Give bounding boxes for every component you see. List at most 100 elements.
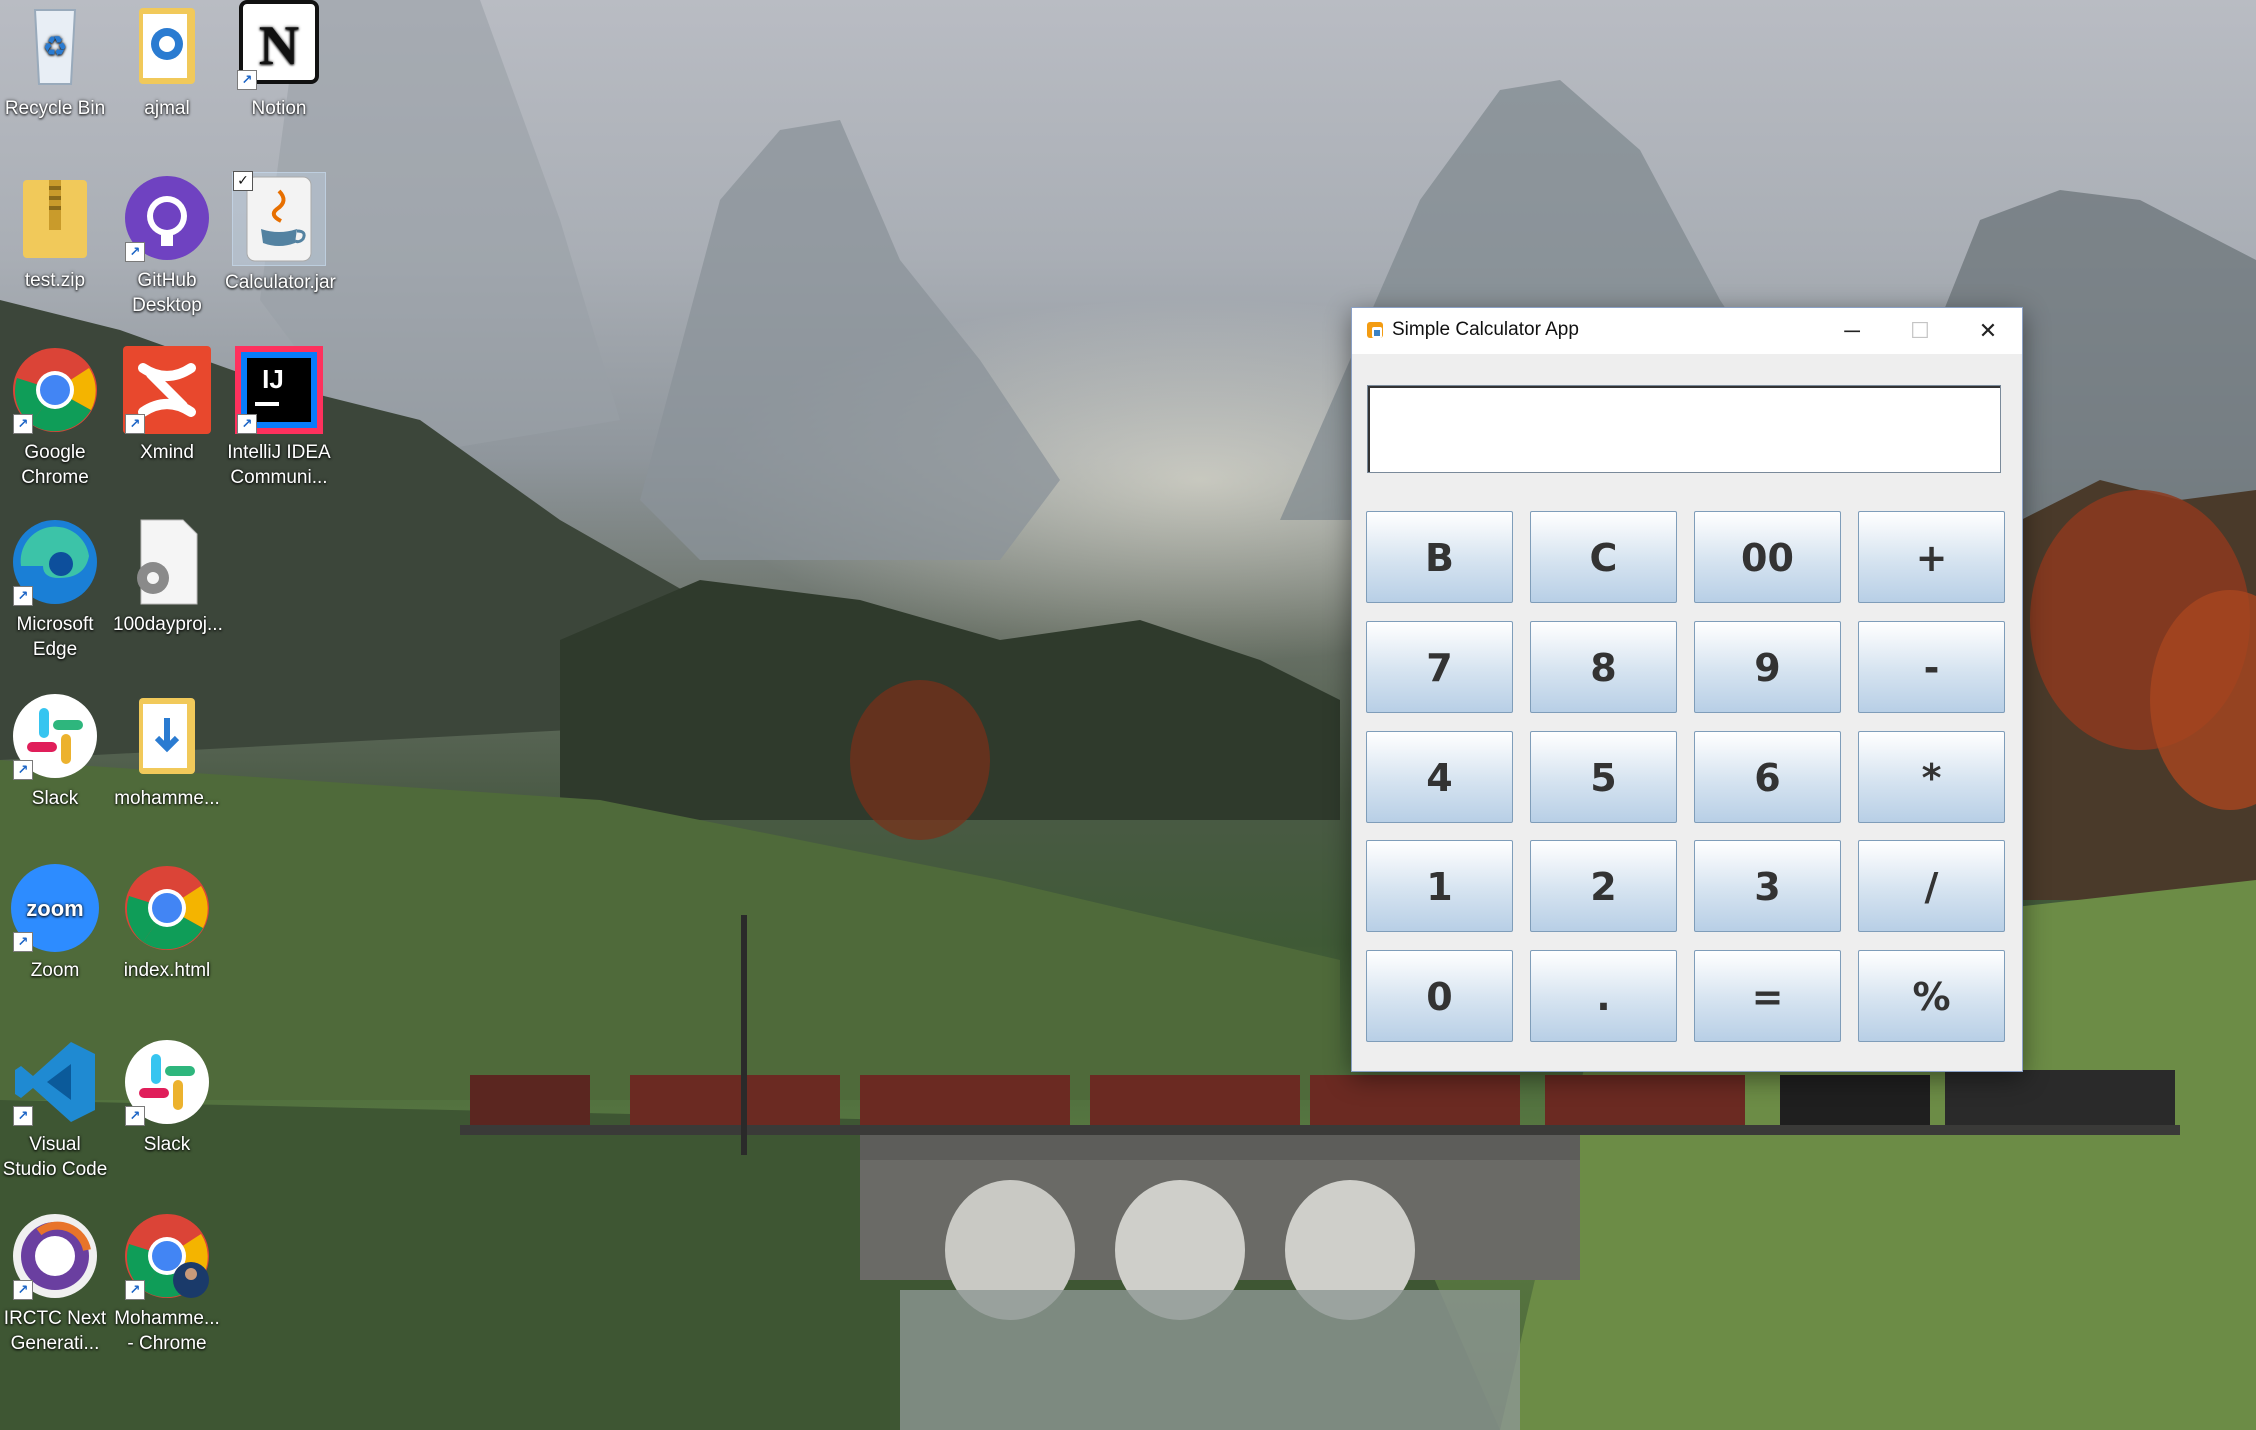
recycle-bin-icon: ♻ (9, 0, 101, 92)
digit-7-key[interactable]: 7 (1366, 621, 1513, 713)
desktop-icon-xmind[interactable]: ↗ Xmind (113, 344, 221, 465)
desktop-icon-calculator-jar[interactable]: ✓ Calculator.jar (225, 171, 336, 295)
desktop-icon-zoom[interactable]: zoom ↗ Zoom (1, 862, 109, 983)
equals-key[interactable]: = (1694, 950, 1841, 1042)
desktop-icon-intellij[interactable]: IJ ↗ IntelliJ IDEA Communi... (225, 344, 333, 490)
desktop-icon-microsoft-edge[interactable]: ↗ Microsoft Edge (1, 516, 109, 662)
icon-label: Recycle Bin (4, 98, 106, 119)
user-folder-icon (121, 690, 213, 782)
slack-icon: ↗ (9, 690, 101, 782)
icon-label: 100dayproj... (113, 614, 223, 635)
icon-label: Mohamme... - Chrome (114, 1308, 220, 1354)
digit-3-key[interactable]: 3 (1694, 840, 1841, 932)
zoom-icon: zoom ↗ (9, 862, 101, 954)
close-button[interactable]: ✕ (1954, 308, 2022, 354)
desktop-icon-google-chrome[interactable]: ↗ Google Chrome (1, 344, 109, 490)
desktop-icon-recycle-bin[interactable]: ♻ Recycle Bin (1, 0, 109, 121)
digit-2-key[interactable]: 2 (1530, 840, 1677, 932)
keypad: B C 00 +7 8 9- 4 5 6 * 1 2 3/ 0. =% (1366, 511, 2006, 1043)
digit-1-key[interactable]: 1 (1366, 840, 1513, 932)
notion-icon: N ↗ (233, 0, 325, 92)
maximize-button[interactable]: ☐ (1886, 308, 1954, 354)
vscode-icon: ↗ (9, 1036, 101, 1128)
shortcut-arrow-icon: ↗ (125, 1280, 145, 1300)
settings-file-icon (121, 516, 213, 608)
chrome-icon (121, 862, 213, 954)
multiply-key[interactable]: * (1858, 731, 2005, 823)
double-zero-key[interactable]: 00 (1694, 511, 1841, 603)
shortcut-arrow-icon: ↗ (13, 932, 33, 952)
shortcut-arrow-icon: ↗ (13, 1106, 33, 1126)
shortcut-arrow-icon: ↗ (125, 414, 145, 434)
shortcut-arrow-icon: ↗ (125, 1106, 145, 1126)
shortcut-arrow-icon: ↗ (237, 414, 257, 434)
svg-text:♻: ♻ (42, 31, 67, 62)
title-bar[interactable]: Simple Calculator App ─ ☐ ✕ (1352, 308, 2022, 354)
digit-9-key[interactable]: 9 (1694, 621, 1841, 713)
divide-key[interactable]: / (1858, 840, 2005, 932)
plus-key[interactable]: + (1858, 511, 2005, 603)
desktop-icon-test-zip[interactable]: test.zip (1, 172, 109, 293)
icon-label: Slack (31, 788, 79, 809)
desktop-icon-index-html[interactable]: index.html (113, 862, 221, 983)
github-desktop-icon: ↗ (121, 172, 213, 264)
shortcut-arrow-icon: ↗ (13, 414, 33, 434)
icon-label: Google Chrome (21, 442, 89, 488)
desktop-icon-irctc[interactable]: ↗ IRCTC Next Generati... (1, 1210, 109, 1356)
icon-label: GitHub Desktop (132, 270, 202, 316)
digit-4-key[interactable]: 4 (1366, 731, 1513, 823)
java-app-icon (1367, 322, 1383, 338)
icon-label: Xmind (140, 442, 194, 463)
backspace-key[interactable]: B (1366, 511, 1513, 603)
slack-icon: ↗ (121, 1036, 213, 1128)
digit-8-key[interactable]: 8 (1530, 621, 1677, 713)
desktop: ♻ Recycle Bin test.zip ↗ Google Chrome ↗… (0, 0, 2256, 1430)
window-title: Simple Calculator App (1392, 319, 1579, 340)
edge-icon: ↗ (9, 516, 101, 608)
svg-text:IJ: IJ (262, 364, 284, 394)
irctc-icon: ↗ (9, 1210, 101, 1302)
shortcut-arrow-icon: ↗ (13, 586, 33, 606)
minus-key[interactable]: - (1858, 621, 2005, 713)
icon-label: Slack (143, 1134, 191, 1155)
selection-checkbox-icon[interactable]: ✓ (233, 171, 253, 191)
desktop-icon-chrome-profile[interactable]: ↗ Mohamme... - Chrome (113, 1210, 221, 1356)
decimal-key[interactable]: . (1530, 950, 1677, 1042)
icon-label: Notion (251, 98, 307, 119)
shortcut-arrow-icon: ↗ (125, 242, 145, 262)
desktop-icon-100dayproj[interactable]: 100dayproj... (113, 516, 223, 637)
desktop-icon-slack-2[interactable]: ↗ Slack (113, 1036, 221, 1157)
calculator-display[interactable] (1367, 385, 2001, 473)
desktop-icon-mohammed-folder[interactable]: mohamme... (113, 690, 221, 811)
icon-label: mohamme... (114, 788, 220, 809)
user-folder-icon (121, 0, 213, 92)
icon-label: IRCTC Next Generati... (3, 1308, 107, 1354)
xmind-icon: ↗ (121, 344, 213, 436)
java-jar-icon: ✓ (232, 171, 326, 266)
icon-label: ajmal (144, 98, 190, 119)
desktop-icon-notion[interactable]: N ↗ Notion (225, 0, 333, 121)
digit-0-key[interactable]: 0 (1366, 950, 1513, 1042)
shortcut-arrow-icon: ↗ (13, 1280, 33, 1300)
digit-6-key[interactable]: 6 (1694, 731, 1841, 823)
shortcut-arrow-icon: ↗ (13, 760, 33, 780)
icon-label: test.zip (24, 270, 86, 291)
clear-key[interactable]: C (1530, 511, 1677, 603)
desktop-icon-slack[interactable]: ↗ Slack (1, 690, 109, 811)
calculator-window[interactable]: Simple Calculator App ─ ☐ ✕ B C 00 +7 8 9- 4 5 6… (1351, 307, 2023, 1072)
desktop-icon-vscode[interactable]: ↗ Visual Studio Code (1, 1036, 109, 1182)
icon-label: index.html (123, 960, 211, 981)
desktop-icon-github-desktop[interactable]: ↗ GitHub Desktop (113, 172, 221, 318)
digit-5-key[interactable]: 5 (1530, 731, 1677, 823)
zip-folder-icon (9, 172, 101, 264)
percent-key[interactable]: % (1858, 950, 2005, 1042)
icon-label: Microsoft Edge (16, 614, 94, 660)
intellij-icon: IJ ↗ (233, 344, 325, 436)
icon-label: Zoom (30, 960, 80, 981)
shortcut-arrow-icon: ↗ (237, 70, 257, 90)
minimize-button[interactable]: ─ (1818, 308, 1886, 354)
icon-label: IntelliJ IDEA Communi... (227, 442, 331, 488)
desktop-icon-ajmal[interactable]: ajmal (113, 0, 221, 121)
svg-text:N: N (259, 15, 299, 77)
icon-label: Visual Studio Code (2, 1134, 108, 1180)
